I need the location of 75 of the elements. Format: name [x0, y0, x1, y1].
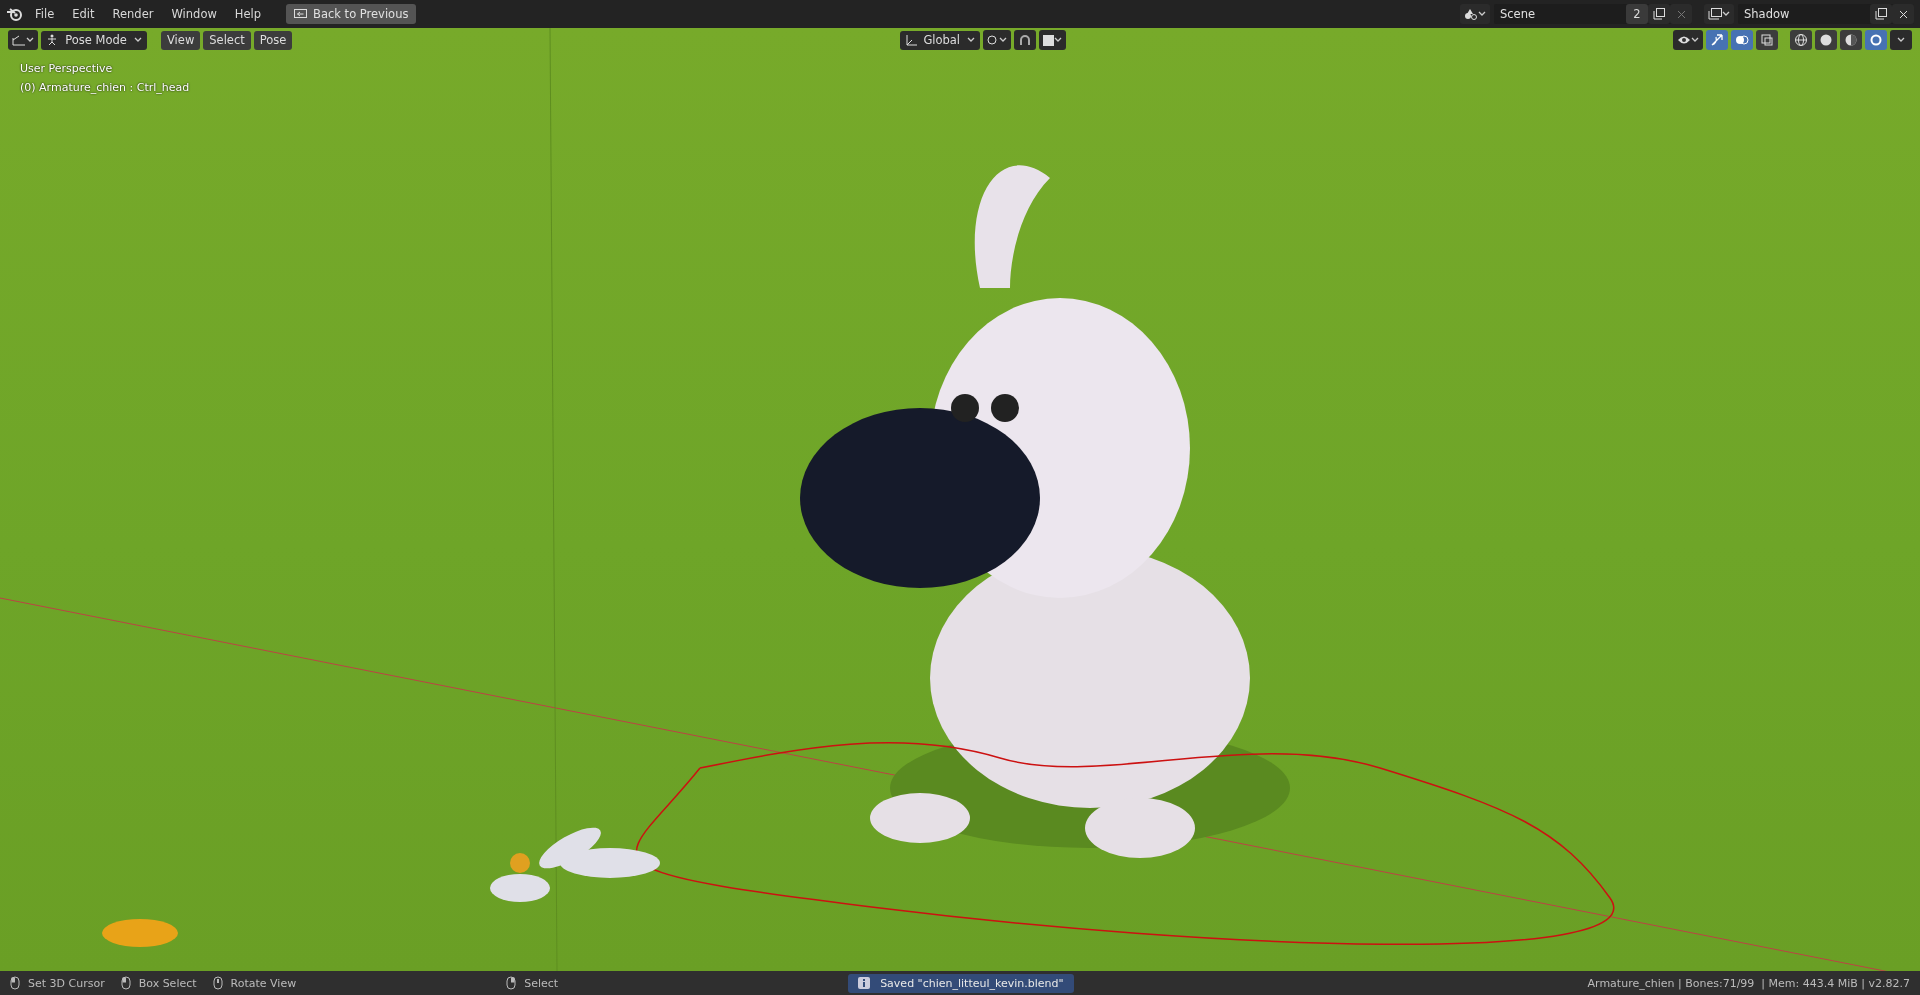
menu-item[interactable]: Window — [164, 4, 224, 24]
header-menu[interactable]: View — [161, 30, 201, 50]
shading-mode-button[interactable] — [1790, 30, 1812, 50]
status-hint: Box Select — [138, 976, 197, 990]
menu-item[interactable]: Help — [227, 4, 269, 24]
close-button[interactable] — [1892, 4, 1914, 24]
sphere-icon — [1794, 33, 1808, 47]
chevron-icon — [1691, 37, 1699, 43]
copy-icon — [1653, 8, 1665, 20]
chevron-icon — [1897, 37, 1905, 43]
mouse-icon — [212, 976, 223, 990]
overlay-toggle[interactable] — [1731, 30, 1753, 50]
status-hint: Set 3D Cursor — [28, 976, 105, 990]
sphere-icon — [1869, 33, 1883, 47]
status-hint: Select — [524, 976, 559, 990]
duplicate-button[interactable] — [1648, 4, 1670, 24]
chevron-icon — [1053, 37, 1062, 43]
info-icon — [858, 977, 871, 989]
shading-mode-button[interactable] — [1815, 30, 1837, 50]
menu-item[interactable]: File — [28, 4, 62, 24]
pivot-button[interactable] — [982, 30, 1011, 50]
back-to-previous-button[interactable]: Back to Previous — [286, 4, 417, 24]
scene-field[interactable]: Scene 2 — [1494, 4, 1692, 24]
saved-message-text: Saved "chien_litteul_kevin.blend" — [880, 976, 1064, 990]
square-icon — [1042, 34, 1054, 46]
snap-button[interactable] — [1013, 30, 1036, 50]
mouse-icon — [10, 976, 20, 990]
gizmo-toggle[interactable] — [1706, 30, 1728, 50]
view-layer-field[interactable]: Shadow — [1738, 4, 1914, 24]
circles-icon — [1735, 33, 1749, 47]
orientation-dropdown[interactable]: Global — [899, 30, 980, 50]
chevron-icon — [26, 37, 34, 43]
chevron-icon — [998, 37, 1007, 43]
axes-icon — [904, 34, 917, 46]
chevron-icon — [1722, 11, 1730, 17]
close-icon — [1676, 9, 1686, 19]
close-icon — [1898, 9, 1908, 19]
scene-selector[interactable] — [1460, 4, 1490, 24]
mouse-icon — [120, 976, 131, 990]
chevron-icon — [134, 37, 142, 43]
shading-options-button[interactable] — [1890, 30, 1912, 50]
magnet-icon — [1018, 34, 1031, 46]
copy-icon — [1875, 8, 1887, 20]
mouse-icon — [506, 976, 517, 990]
status-hint: Rotate View — [230, 976, 297, 990]
screen-icon — [294, 8, 308, 20]
snap-target-button[interactable] — [1038, 30, 1066, 50]
arrow-icon — [1710, 33, 1724, 47]
mode-dropdown[interactable]: Pose Mode — [41, 30, 147, 50]
chevron-icon — [1478, 11, 1486, 17]
menu-item[interactable]: Render — [105, 4, 161, 24]
figure-icon — [46, 34, 58, 46]
editor-type-button[interactable] — [8, 30, 38, 50]
header-menu[interactable]: Pose — [253, 30, 293, 50]
axes-icon — [12, 34, 26, 46]
active-object-info: (0) Armature_chien : Ctrl_head — [20, 81, 190, 94]
menu-item[interactable]: Edit — [65, 4, 102, 24]
eye-icon — [1677, 34, 1691, 46]
view-name: User Perspective — [20, 62, 114, 75]
xray-toggle[interactable] — [1756, 30, 1778, 50]
sphere-icon — [1844, 33, 1858, 47]
image-stack-icon — [1708, 8, 1722, 20]
view-layer-selector[interactable] — [1704, 4, 1734, 24]
chevron-icon — [966, 37, 975, 43]
header-menu[interactable]: Select — [203, 30, 251, 50]
scene-icon — [1464, 8, 1478, 20]
user-count: 2 — [1626, 4, 1648, 24]
visibility-button[interactable] — [1673, 30, 1703, 50]
squares-icon — [1760, 33, 1774, 47]
duplicate-button[interactable] — [1870, 4, 1892, 24]
app-logo-icon[interactable] — [6, 6, 24, 22]
scene-stats: Armature_chien | Bones:71/99 | Mem: 443.4 MiB | v2.82.7 — [1587, 976, 1910, 990]
shading-mode-button[interactable] — [1840, 30, 1862, 50]
shading-mode-button[interactable] — [1865, 30, 1887, 50]
sphere-icon — [1819, 33, 1833, 47]
